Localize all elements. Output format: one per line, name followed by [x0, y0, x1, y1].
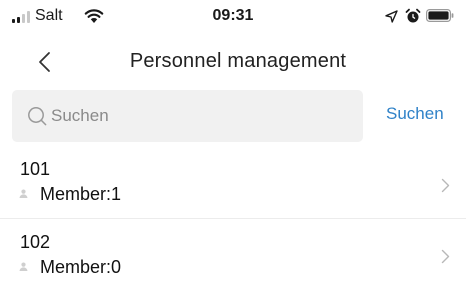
- member-count: Member:0: [40, 257, 122, 277]
- member-count: Member:1: [40, 184, 122, 204]
- person-icon: [19, 189, 28, 198]
- list-item[interactable]: 101 Member:1: [0, 150, 466, 222]
- battery-icon: [426, 9, 454, 22]
- chevron-right-icon: [441, 178, 450, 193]
- room-number: 101: [20, 159, 51, 179]
- location-arrow-icon: [385, 10, 398, 23]
- search-box[interactable]: [12, 90, 363, 142]
- room-number: 102: [20, 232, 51, 252]
- list-item[interactable]: 102 Member:0: [0, 218, 466, 291]
- search-input[interactable]: [51, 106, 351, 126]
- chevron-right-icon: [441, 249, 450, 264]
- search-button[interactable]: Suchen: [386, 104, 444, 124]
- alarm-clock-icon: [405, 8, 421, 23]
- status-bar: Salt 09:31: [0, 0, 466, 40]
- page-title: Personnel management: [129, 50, 347, 72]
- search-icon: [28, 107, 47, 126]
- person-icon: [19, 262, 28, 271]
